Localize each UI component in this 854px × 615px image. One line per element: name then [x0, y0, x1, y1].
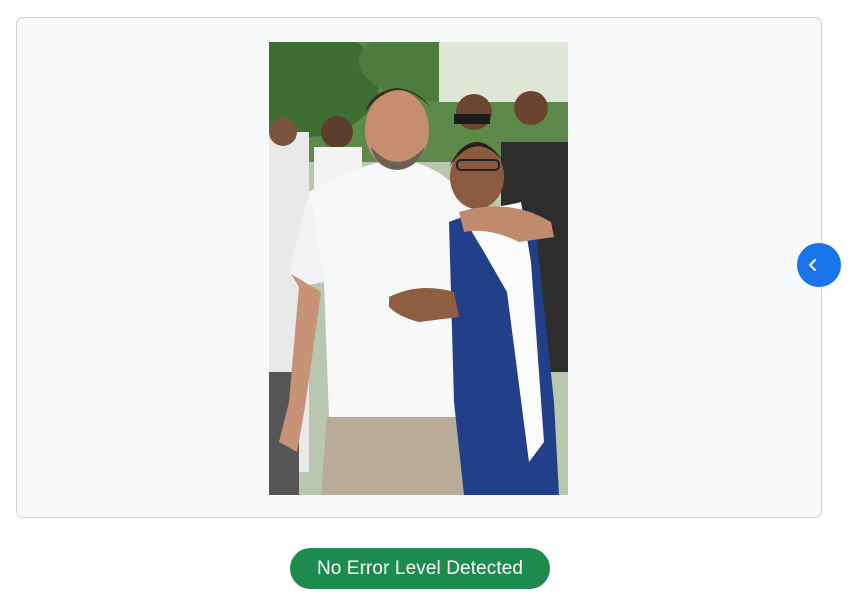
uploaded-photo	[269, 42, 568, 495]
image-viewer-panel	[16, 17, 822, 518]
status-badge: No Error Level Detected	[290, 548, 550, 589]
collapse-toggle-button[interactable]	[797, 243, 841, 287]
chevron-left-icon	[809, 259, 816, 271]
